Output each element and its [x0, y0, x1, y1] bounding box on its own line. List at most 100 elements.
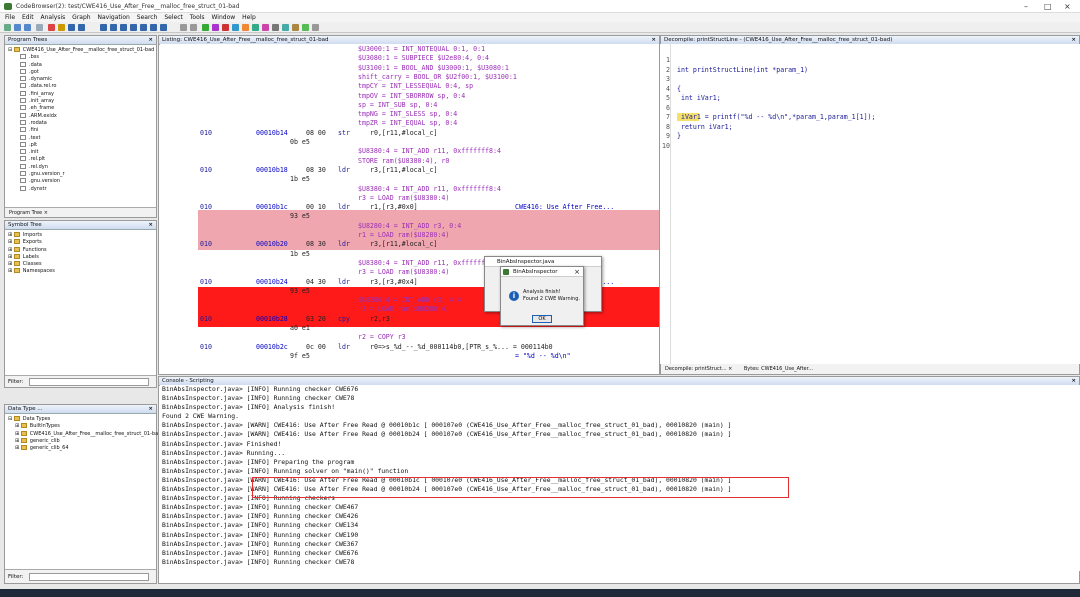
tree-root[interactable]: ⊟ CWE416_Use_After_Free__malloc_free_str…: [8, 47, 154, 54]
listing-line[interactable]: r3 = LOAD ram($U8380:4): [160, 194, 659, 203]
decompile-line[interactable]: 2 int printStructLine(int *param_1): [660, 66, 808, 75]
run-script-icon[interactable]: [302, 24, 309, 31]
tree-item[interactable]: .plt: [8, 141, 153, 149]
decompile-line[interactable]: 6: [660, 104, 677, 113]
listing-line[interactable]: $U8280:4 = INT_ADD r3, 0:4: [160, 222, 659, 231]
listing-line[interactable]: $U8380:4 = INT_ADD r11, 0xfffffff8:4: [160, 147, 659, 156]
listing-line[interactable]: tmpOV = INT_SBORROW sp, 0:4: [160, 92, 659, 101]
type-u-icon[interactable]: [120, 24, 127, 31]
label-icon[interactable]: [58, 24, 65, 31]
check-icon[interactable]: [202, 24, 209, 31]
tree-item[interactable]: .got: [8, 68, 153, 76]
type-f-icon[interactable]: [140, 24, 147, 31]
symbol-imports[interactable]: ⊞ Imports: [8, 232, 153, 239]
listing-line[interactable]: 93 e5: [160, 212, 659, 221]
listing-line[interactable]: tmpCY = INT_LESSEQUAL 0:4, sp: [160, 82, 659, 91]
decompile-line[interactable]: 5 int iVar1;: [660, 94, 721, 103]
listing-line[interactable]: r1 = LOAD ram($U8280:4): [160, 231, 659, 240]
datatype-item[interactable]: ⊞ generic_clib: [8, 437, 153, 445]
listing-line[interactable]: 010 00010b20 08 30 ldr r3,[r11,#local_c]: [160, 240, 659, 249]
decompile-line[interactable]: 4{: [660, 85, 681, 94]
tree-item[interactable]: .rel.plt: [8, 156, 153, 163]
dialog-close-icon[interactable]: ×: [574, 267, 580, 277]
tab-decompile[interactable]: Decompile: printStruct... ×: [665, 366, 732, 372]
listing-line[interactable]: r2 = COPY r3: [160, 333, 659, 342]
tree-item[interactable]: .data: [8, 61, 153, 69]
listing-line[interactable]: 9f e5 = "%d -- %d\n": [160, 352, 659, 361]
tree-item[interactable]: .text: [8, 134, 153, 142]
listing-line[interactable]: STORE ram($U8380:4), r0: [160, 157, 659, 166]
ok-button[interactable]: OK: [532, 315, 552, 323]
decompile-line[interactable]: 3: [660, 75, 677, 84]
decompile-line[interactable]: 10: [660, 142, 677, 151]
close-icon[interactable]: ×: [148, 221, 153, 229]
decompile-view[interactable]: 1 2 int printStructLine(int *param_1) 3 4{5 …: [660, 44, 1080, 364]
navigate-icon[interactable]: [36, 24, 43, 31]
datatype-filter-input[interactable]: [29, 573, 149, 581]
menu-edit[interactable]: Edit: [22, 13, 34, 22]
datatype-item[interactable]: ⊞ BuiltInTypes: [8, 423, 153, 430]
listing-line[interactable]: shift_carry = BOOL_OR $U2f00:1, $U3100:1: [160, 73, 659, 82]
tree-item[interactable]: .rel.dyn: [8, 163, 153, 171]
decompile-line[interactable]: 8 return iVar1;: [660, 123, 733, 132]
datatype-item[interactable]: ⊞ CWE416_Use_After_Free__malloc_free_str…: [8, 430, 161, 438]
symbol-labels[interactable]: ⊞ Labels: [8, 253, 153, 261]
listing-line[interactable]: tmpZR = INT_EQUAL sp, 0:4: [160, 119, 659, 128]
menu-file[interactable]: File: [5, 13, 15, 22]
menu-navigation[interactable]: Navigation: [98, 13, 130, 22]
type-d-icon[interactable]: [110, 24, 117, 31]
memory-icon[interactable]: [232, 24, 239, 31]
back-icon[interactable]: [14, 24, 21, 31]
save-icon[interactable]: [4, 24, 11, 31]
type-v-icon[interactable]: [150, 24, 157, 31]
datatype-item[interactable]: ⊞ generic_clib_64: [8, 445, 153, 452]
listing-line[interactable]: 010 00010b28 03 20 cpy r2,r3: [160, 315, 659, 324]
tree-item[interactable]: .eh_frame: [8, 105, 153, 112]
type-b-icon[interactable]: [160, 24, 167, 31]
tree-item[interactable]: .fini: [8, 127, 153, 134]
close-icon[interactable]: ×: [148, 36, 153, 44]
menu-select[interactable]: Select: [164, 13, 183, 22]
tree-item[interactable]: .dynstr: [8, 185, 153, 193]
listing-line[interactable]: sp = INT_SUB sp, 0:4: [160, 101, 659, 110]
listing-line[interactable]: tmpNG = INT_SLESS sp, 0:4: [160, 110, 659, 119]
redo-icon[interactable]: [190, 24, 197, 31]
listing-line[interactable]: 1b e5: [160, 175, 659, 184]
close-button[interactable]: ×: [1064, 2, 1071, 11]
minimize-button[interactable]: –: [1024, 2, 1028, 11]
symbol-icon[interactable]: [282, 24, 289, 31]
graph-icon[interactable]: [262, 24, 269, 31]
decompile-icon[interactable]: [252, 24, 259, 31]
decompile-line[interactable]: 9}: [660, 132, 681, 141]
tree-item[interactable]: .gnu.version: [8, 178, 153, 185]
decompile-line[interactable]: 1: [660, 56, 677, 65]
tree-item[interactable]: .gnu.version_r: [8, 171, 153, 178]
menu-graph[interactable]: Graph: [72, 13, 90, 22]
script-icon[interactable]: [212, 24, 219, 31]
datatype-icon[interactable]: [292, 24, 299, 31]
type-l-icon[interactable]: [130, 24, 137, 31]
tree-item[interactable]: .fini_array: [8, 90, 153, 98]
decompile-line[interactable]: 7 iVar1 = printf("%d -- %d\n",*param_1,p…: [660, 113, 876, 122]
symbol-classes[interactable]: ⊞ Classes: [8, 261, 153, 268]
console-icon[interactable]: [272, 24, 279, 31]
menu-search[interactable]: Search: [137, 13, 158, 22]
symbol-exports[interactable]: ⊞ Exports: [8, 239, 153, 246]
forward-icon[interactable]: [24, 24, 31, 31]
close-icon[interactable]: ×: [148, 405, 153, 413]
listing-line[interactable]: $U3000:1 = INT_NOTEQUAL 0:1, 0:1: [160, 45, 659, 54]
data-icon[interactable]: [78, 24, 85, 31]
symbol-functions[interactable]: ⊞ Functions: [8, 246, 153, 254]
maximize-button[interactable]: □: [1044, 2, 1052, 11]
undo-icon[interactable]: [180, 24, 187, 31]
tree-item[interactable]: .rodata: [8, 119, 153, 127]
menu-analysis[interactable]: Analysis: [41, 13, 66, 22]
datatype-root[interactable]: ⊟ Data Types: [8, 416, 153, 423]
python-icon[interactable]: [312, 24, 319, 31]
listing-line[interactable]: 010 00010b2c 0c 00 ldr r0=>s_%d_--_%d_000114…: [160, 343, 659, 352]
listing-line[interactable]: $U3080:1 = SUBPIECE $U2e80:4, 0:4: [160, 54, 659, 63]
listing-line[interactable]: 010 00010b1c 00 10 ldr r1,[r3,#0x0] CWE416: U…: [160, 203, 659, 212]
console-output[interactable]: BinAbsInspector.java> [INFO] Running che…: [160, 385, 1080, 571]
menu-window[interactable]: Window: [211, 13, 235, 22]
tree-item[interactable]: .dynamic: [8, 76, 153, 83]
